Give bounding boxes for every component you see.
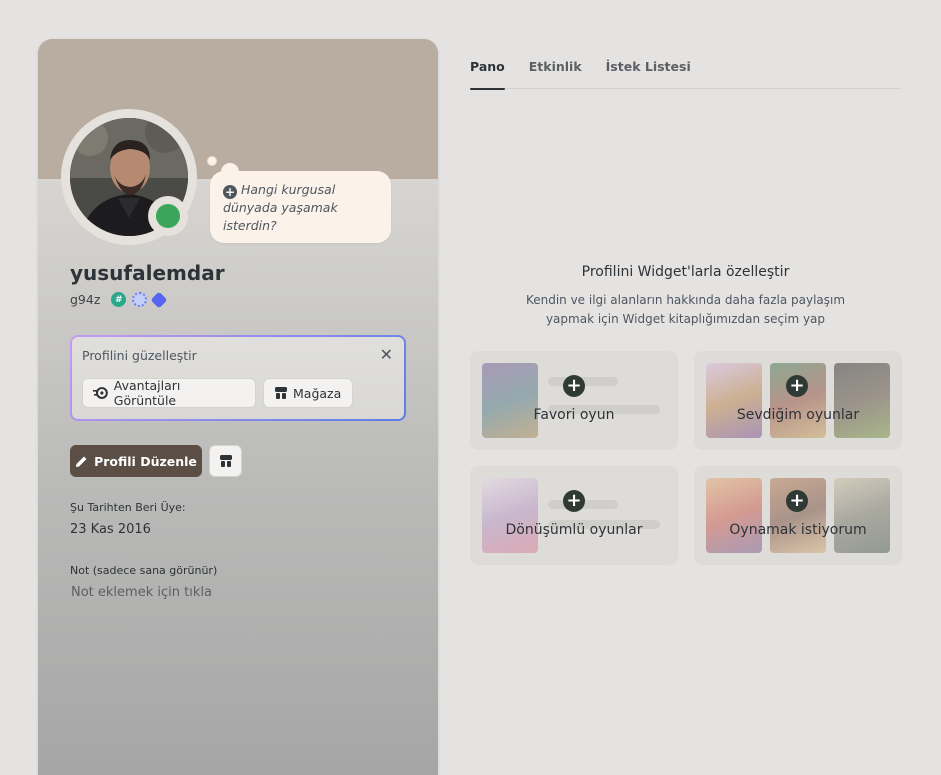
add-icon: + (563, 375, 585, 397)
game-thumbnail (482, 478, 538, 553)
note-input[interactable]: Not eklemek için tıkla (71, 585, 212, 600)
tab-istek-listesi[interactable]: İstek Listesi (606, 58, 691, 89)
member-since-label: Şu Tarihten Beri Üye: (70, 501, 186, 514)
edit-profile-button[interactable]: Profili Düzenle (70, 445, 202, 477)
widgets-description-line: yapmak için Widget kitaplığımızdan seçim… (545, 312, 826, 326)
view-perks-button[interactable]: Avantajları Görüntüle (82, 378, 256, 408)
hashtag-badge-icon[interactable]: # (111, 292, 127, 307)
widget-label: Favori oyun (533, 407, 615, 423)
widget-favorite-games[interactable]: + Sevdiğim oyunlar (694, 351, 902, 450)
add-icon: + (786, 490, 808, 512)
widget-rotating-games[interactable]: + Dönüşümlü oyunlar (470, 466, 678, 565)
widgets-title: Profilini Widget'larla özelleştir (581, 264, 790, 280)
customize-profile-panel: Profilini güzelleştir ✕ Avantajları Görü… (70, 335, 406, 421)
status-indicator (148, 196, 188, 236)
username: yusufalemdar (70, 261, 225, 285)
widget-want-to-play[interactable]: + Oynamak istiyorum (694, 466, 902, 565)
game-thumbnail (706, 363, 762, 438)
note-label: Not (sadece sana görünür) (70, 564, 218, 577)
widget-label: Dönüşümlü oyunlar (505, 522, 643, 538)
add-icon: + (786, 375, 808, 397)
thought-bubble[interactable]: + Hangi kurgusal dünyada yaşamak isterdin… (210, 171, 391, 243)
widgets-description-line: Kendin ve ilgi alanların hakkında daha f… (525, 293, 846, 307)
tab-etkinlik[interactable]: Etkinlik (529, 58, 582, 89)
shop-button[interactable]: Mağaza (263, 378, 353, 408)
member-since-date: 23 Kas 2016 (70, 522, 151, 537)
shop-label: Mağaza (293, 385, 342, 401)
thought-bubble-dot (207, 156, 217, 166)
add-icon: + (223, 185, 237, 199)
avatar-frame (61, 109, 197, 245)
nitro-icon (93, 387, 108, 399)
online-status-icon (156, 204, 180, 228)
boost-badge-icon[interactable] (150, 291, 168, 308)
add-icon: + (563, 490, 585, 512)
tab-pano[interactable]: Pano (470, 58, 505, 90)
pencil-icon (76, 456, 87, 467)
close-icon[interactable]: ✕ (380, 345, 393, 364)
widget-favorite-game[interactable]: + Favori oyun (470, 351, 678, 450)
widget-label: Sevdiğim oyunlar (736, 407, 860, 423)
edit-profile-label: Profili Düzenle (94, 453, 197, 469)
shop-icon-button[interactable] (209, 445, 242, 477)
view-perks-label: Avantajları Görüntüle (113, 378, 181, 408)
tag-row: g94z # (70, 291, 168, 308)
shop-icon (219, 455, 232, 467)
widget-label: Oynamak istiyorum (729, 522, 867, 538)
game-thumbnail (834, 363, 890, 438)
widgets-description: Kendin ve ilgi alanların hakkında daha f… (470, 291, 901, 329)
profile-tabs: Pano Etkinlik İstek Listesi (470, 58, 901, 90)
user-tag: g94z (70, 292, 101, 307)
profile-card: + Hangi kurgusal dünyada yaşamak isterdin… (38, 39, 438, 775)
game-thumbnail (706, 478, 762, 553)
shop-icon (275, 387, 287, 399)
game-thumbnail (834, 478, 890, 553)
thought-bubble-text: Hangi kurgusal dünyada yaşamak isterdin? (223, 182, 338, 233)
customize-title: Profilini güzelleştir (82, 348, 197, 363)
game-thumbnail (482, 363, 538, 438)
nitro-badge-icon[interactable] (132, 292, 148, 307)
